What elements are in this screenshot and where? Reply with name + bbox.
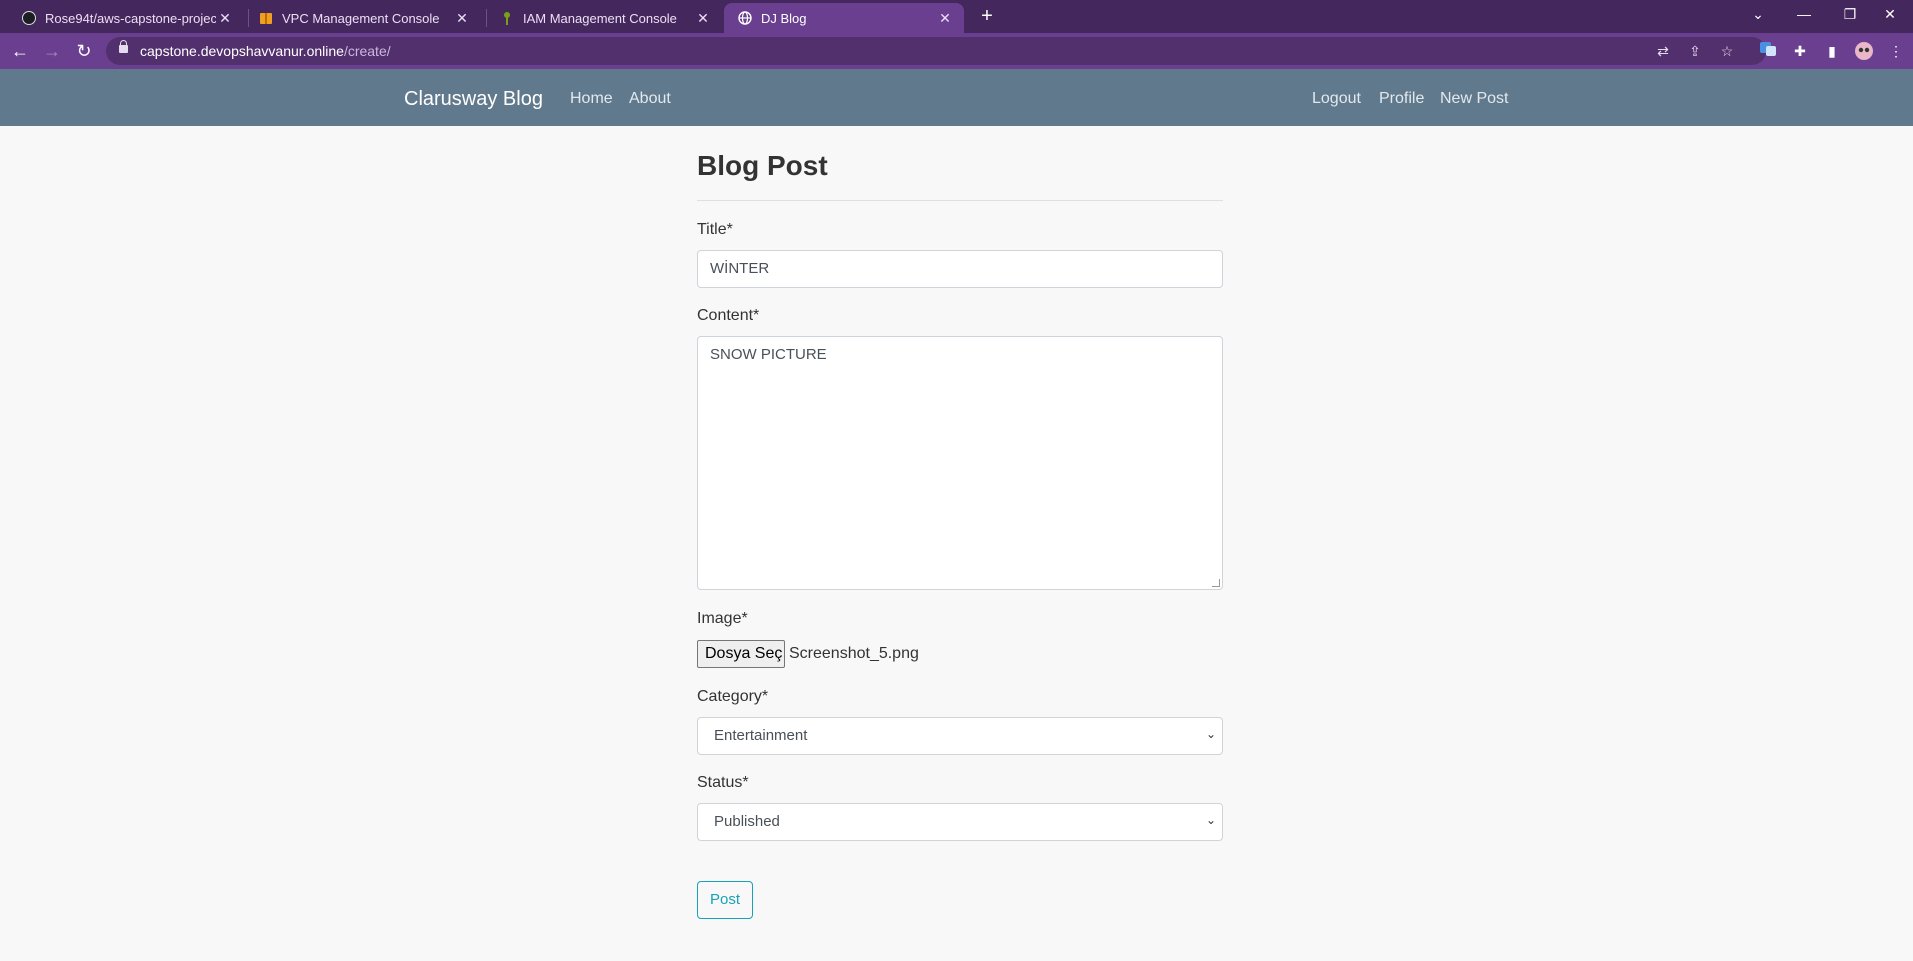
chevron-down-icon: ⌄ — [1205, 813, 1216, 827]
browser-toolbar: ← → ↻ capstone.devopshavvanur.online/cre… — [0, 33, 1913, 69]
close-icon[interactable]: ✕ — [936, 10, 954, 27]
side-panel-icon[interactable]: ▮ — [1822, 41, 1842, 61]
translate-icon[interactable]: ⇄ — [1654, 42, 1672, 60]
browser-tab-iam[interactable]: IAM Management Console ✕ — [486, 3, 722, 33]
globe-icon — [738, 11, 752, 25]
aws-box-icon — [259, 11, 273, 25]
browser-menu-icon[interactable]: ⋮ — [1886, 41, 1906, 61]
reload-icon[interactable]: ↻ — [72, 39, 96, 63]
browser-tab-vpc[interactable]: VPC Management Console ✕ — [245, 3, 481, 33]
forward-icon[interactable]: → — [40, 39, 64, 63]
choose-file-button[interactable]: Dosya Seç — [697, 640, 785, 668]
browser-tab-github[interactable]: Rose94t/aws-capstone-project-w ✕ — [8, 3, 244, 33]
content-value: SNOW PICTURE — [710, 346, 827, 363]
site-navbar: Clarusway Blog Home About Logout Profile… — [0, 69, 1913, 126]
tab-title: DJ Blog — [761, 10, 807, 26]
divider — [697, 200, 1223, 201]
url-path: /create/ — [343, 43, 391, 59]
nav-link-logout[interactable]: Logout — [1312, 90, 1361, 108]
title-label: Title* — [697, 221, 733, 238]
aws-iam-icon — [500, 11, 514, 25]
github-icon — [22, 11, 36, 25]
nav-link-home[interactable]: Home — [570, 90, 613, 108]
new-tab-icon[interactable]: + — [976, 5, 998, 27]
lock-icon — [119, 40, 128, 53]
close-icon[interactable]: ✕ — [453, 10, 471, 27]
status-select[interactable]: Published ⌄ — [697, 803, 1223, 841]
tab-title: VPC Management Console — [282, 10, 440, 26]
tab-search-icon[interactable]: ⌄ — [1735, 0, 1781, 30]
bookmark-star-icon[interactable]: ☆ — [1718, 42, 1736, 60]
minimize-icon[interactable]: — — [1781, 0, 1827, 30]
extensions-puzzle-icon[interactable]: ✚ — [1790, 41, 1810, 61]
title-value: WİNTER — [710, 260, 770, 277]
close-window-icon[interactable]: ✕ — [1867, 0, 1913, 30]
nav-link-new-post[interactable]: New Post — [1440, 90, 1508, 108]
chevron-down-icon: ⌄ — [1205, 727, 1216, 741]
browser-tabstrip: Rose94t/aws-capstone-project-w ✕ VPC Man… — [0, 0, 1913, 33]
nav-link-about[interactable]: About — [629, 90, 671, 108]
close-icon[interactable]: ✕ — [694, 10, 712, 27]
title-input[interactable]: WİNTER — [697, 250, 1223, 288]
close-icon[interactable]: ✕ — [216, 10, 234, 27]
category-label: Category* — [697, 688, 769, 705]
site-brand[interactable]: Clarusway Blog — [404, 88, 543, 111]
status-label: Status* — [697, 774, 749, 791]
extension-translate-icon[interactable] — [1758, 41, 1778, 61]
resize-handle[interactable] — [1212, 579, 1220, 587]
nav-link-profile[interactable]: Profile — [1379, 90, 1424, 108]
share-icon[interactable]: ⇪ — [1686, 42, 1704, 60]
tab-title: IAM Management Console — [523, 10, 677, 26]
content-textarea[interactable]: SNOW PICTURE — [697, 336, 1223, 590]
url-host: capstone.devopshavvanur.online — [140, 43, 344, 59]
selected-file-name: Screenshot_5.png — [789, 645, 919, 662]
status-value: Published — [714, 813, 780, 830]
back-icon[interactable]: ← — [8, 39, 32, 63]
category-select[interactable]: Entertainment ⌄ — [697, 717, 1223, 755]
browser-tab-djblog[interactable]: DJ Blog ✕ — [724, 3, 964, 33]
tab-title: Rose94t/aws-capstone-project-w — [45, 10, 216, 26]
url-text: capstone.devopshavvanur.online/create/ — [140, 43, 391, 59]
content-label: Content* — [697, 307, 760, 324]
address-bar[interactable]: capstone.devopshavvanur.online/create/ ⇄… — [106, 37, 1766, 65]
profile-avatar[interactable] — [1854, 41, 1874, 61]
page-title: Blog Post — [697, 150, 828, 181]
image-label: Image* — [697, 610, 748, 627]
post-button[interactable]: Post — [697, 881, 753, 919]
category-value: Entertainment — [714, 727, 808, 744]
